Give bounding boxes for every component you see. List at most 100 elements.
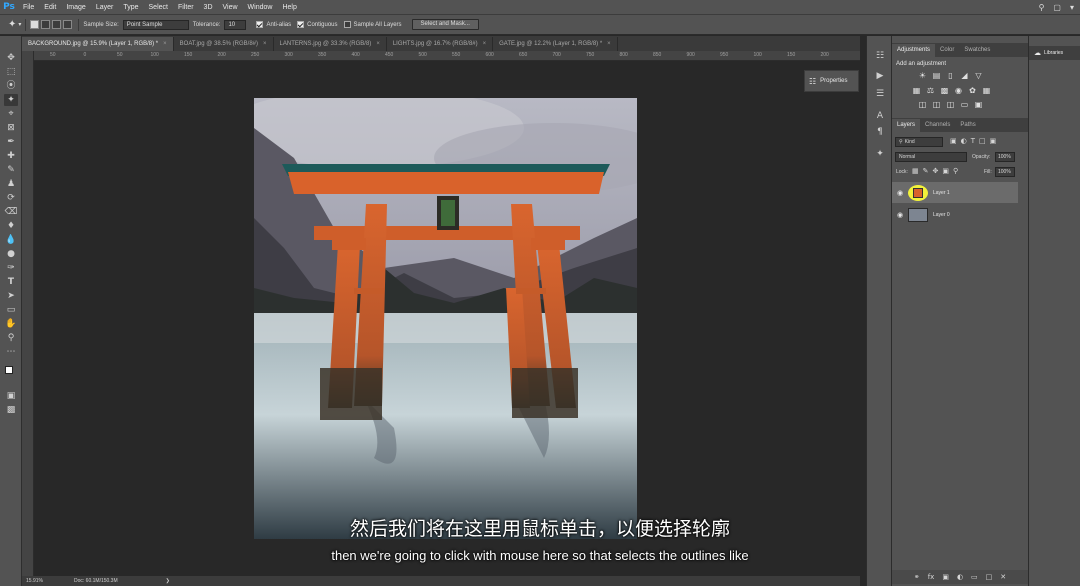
tab-adjustments[interactable]: Adjustments [892, 44, 936, 57]
contiguous-checkbox[interactable] [297, 21, 305, 28]
actions-icon[interactable]: ▶ [873, 70, 887, 82]
menu-item-layer[interactable]: Layer [91, 0, 119, 15]
opacity-input[interactable]: 100% [995, 152, 1015, 162]
threshold-icon[interactable]: ◫ [946, 101, 955, 109]
curves-icon[interactable]: ▯ [946, 72, 955, 80]
document-tab[interactable]: LIGHTS.jpg @ 16.7% (RGB/8#) × [386, 37, 494, 51]
tolerance-input[interactable]: 10 [224, 19, 247, 30]
hand-tool-icon[interactable]: ✋ [4, 318, 18, 330]
black-white-icon[interactable]: ▩ [940, 87, 949, 95]
tab-layers[interactable]: Layers [892, 119, 921, 132]
close-icon[interactable]: × [607, 37, 611, 51]
invert-icon[interactable]: ◫ [918, 101, 927, 109]
glyphs-icon[interactable]: ✦ [873, 148, 887, 160]
adjustment-layer-icon[interactable]: ◐ [957, 573, 963, 581]
channel-mixer-icon[interactable]: ✿ [968, 87, 977, 95]
kind-filter-select[interactable]: ⚲ Kind [895, 137, 943, 147]
adjustment-filter-icon[interactable]: ◐ [961, 137, 967, 145]
menu-item-3d[interactable]: 3D [199, 0, 218, 15]
layer-1-thumbnail[interactable] [908, 184, 928, 201]
marquee-tool-icon[interactable]: ⬚ [4, 66, 18, 78]
type-filter-icon[interactable]: T [971, 137, 975, 145]
shape-filter-icon[interactable]: □ [979, 137, 986, 145]
lock-position-icon[interactable]: ✥ [933, 167, 939, 175]
vibrance-icon[interactable]: ▽ [974, 72, 983, 80]
selective-color-icon[interactable]: ▣ [974, 101, 983, 109]
magic-wand-tool-icon[interactable]: ✦ [8, 19, 16, 30]
dodge-tool-icon[interactable]: ● [4, 248, 18, 260]
tab-color[interactable]: Color [935, 44, 959, 57]
blur-tool-icon[interactable]: 💧 [4, 234, 18, 246]
move-tool-icon[interactable]: ✥ [4, 52, 18, 64]
rectangle-tool-icon[interactable]: ▭ [4, 304, 18, 316]
properties-panel-button[interactable]: ☷ Properties [804, 70, 859, 92]
lock-transparent-icon[interactable]: ▦ [912, 167, 919, 175]
zoom-level[interactable]: 15.91% [22, 578, 62, 584]
tab-swatches[interactable]: Swatches [959, 44, 995, 57]
add-to-selection-icon[interactable] [41, 20, 51, 29]
path-selection-tool-icon[interactable]: ➤ [4, 290, 18, 302]
anti-alias-checkbox[interactable] [256, 21, 264, 28]
healing-brush-tool-icon[interactable]: ✚ [4, 150, 18, 162]
close-icon[interactable]: × [263, 37, 267, 51]
hue-saturation-icon[interactable]: ▦ [912, 87, 921, 95]
visibility-eye-icon[interactable]: ◉ [892, 211, 908, 219]
menu-item-edit[interactable]: Edit [39, 0, 61, 15]
lock-artboard-icon[interactable]: ▣ [942, 167, 949, 175]
brush-tool-icon[interactable]: ✎ [4, 164, 18, 176]
workspace-chevron-icon[interactable]: ▾ [1070, 3, 1074, 12]
character-icon[interactable]: A [873, 110, 887, 122]
subtract-from-selection-icon[interactable] [52, 20, 62, 29]
foreground-color-swatch[interactable] [5, 366, 13, 374]
vertical-ruler[interactable] [22, 51, 34, 576]
eraser-tool-icon[interactable]: ⌫ [4, 206, 18, 218]
document-image[interactable] [254, 98, 637, 539]
lasso-tool-icon[interactable]: ⦿ [4, 80, 18, 92]
lock-all-icon[interactable]: ⚲ [953, 167, 958, 175]
color-lookup-icon[interactable]: ▦ [982, 87, 991, 95]
paint-bucket-tool-icon[interactable]: ♦ [4, 220, 18, 232]
menu-item-image[interactable]: Image [61, 0, 90, 15]
crop-tool-icon[interactable]: ⌖ [4, 108, 18, 120]
smart-object-filter-icon[interactable]: ▣ [990, 137, 997, 145]
clone-stamp-tool-icon[interactable]: ♟ [4, 178, 18, 190]
document-tab[interactable]: BACKGROUND.jpg @ 15.9% (Layer 1, RGB/8) … [22, 37, 174, 51]
layer-0-thumbnail[interactable] [908, 207, 928, 222]
workspace-icon[interactable]: ▢ [1053, 3, 1061, 12]
layer-row-layer-1[interactable]: ◉ Layer 1 [892, 182, 1018, 203]
libraries-tab[interactable]: ☁ Libraries [1029, 46, 1080, 60]
exposure-icon[interactable]: ◢ [960, 72, 969, 80]
blend-mode-select[interactable]: Normal [895, 152, 967, 162]
sample-all-layers-checkbox[interactable] [343, 21, 351, 28]
menu-item-view[interactable]: View [218, 0, 243, 15]
menu-item-help[interactable]: Help [277, 0, 301, 15]
close-icon[interactable]: × [376, 37, 380, 51]
menu-item-filter[interactable]: Filter [173, 0, 199, 15]
layer-name[interactable]: Layer 0 [928, 212, 950, 218]
posterize-icon[interactable]: ◫ [932, 101, 941, 109]
close-icon[interactable]: × [163, 37, 167, 51]
adjust-sliders-icon[interactable]: ☰ [873, 88, 887, 100]
screen-mode-icon[interactable]: ▩ [4, 404, 18, 416]
document-tab[interactable]: LANTERNS.jpg @ 33.3% (RGB/8) × [273, 37, 387, 51]
color-balance-icon[interactable]: ⚖ [926, 87, 935, 95]
frame-tool-icon[interactable]: ⊠ [4, 122, 18, 134]
more-tools-icon[interactable]: ⋯ [4, 346, 18, 358]
add-mask-icon[interactable]: ▣ [942, 573, 949, 581]
tab-channels[interactable]: Channels [920, 119, 955, 132]
quick-mask-icon[interactable]: ▣ [4, 390, 18, 402]
intersect-selection-icon[interactable] [63, 20, 73, 29]
new-selection-icon[interactable] [30, 20, 40, 29]
tool-preset-chevron-icon[interactable]: ▾ [18, 21, 21, 28]
history-icon[interactable]: ☷ [873, 50, 887, 62]
fill-input[interactable]: 100% [995, 167, 1015, 177]
paragraph-icon[interactable]: ¶ [873, 126, 887, 138]
layer-style-icon[interactable]: fx [928, 573, 935, 581]
pen-tool-icon[interactable]: ✑ [4, 262, 18, 274]
levels-icon[interactable]: ▤ [932, 72, 941, 80]
horizontal-ruler[interactable]: 50 0 50 100 150 200 250 300 350 400 450 500 550 600 65… [34, 51, 860, 61]
document-tab[interactable]: GATE.jpg @ 12.2% (Layer 1, RGB/8) * × [493, 37, 618, 51]
history-brush-tool-icon[interactable]: ⟳ [4, 192, 18, 204]
menu-item-select[interactable]: Select [144, 0, 173, 15]
eyedropper-tool-icon[interactable]: ✒ [4, 136, 18, 148]
